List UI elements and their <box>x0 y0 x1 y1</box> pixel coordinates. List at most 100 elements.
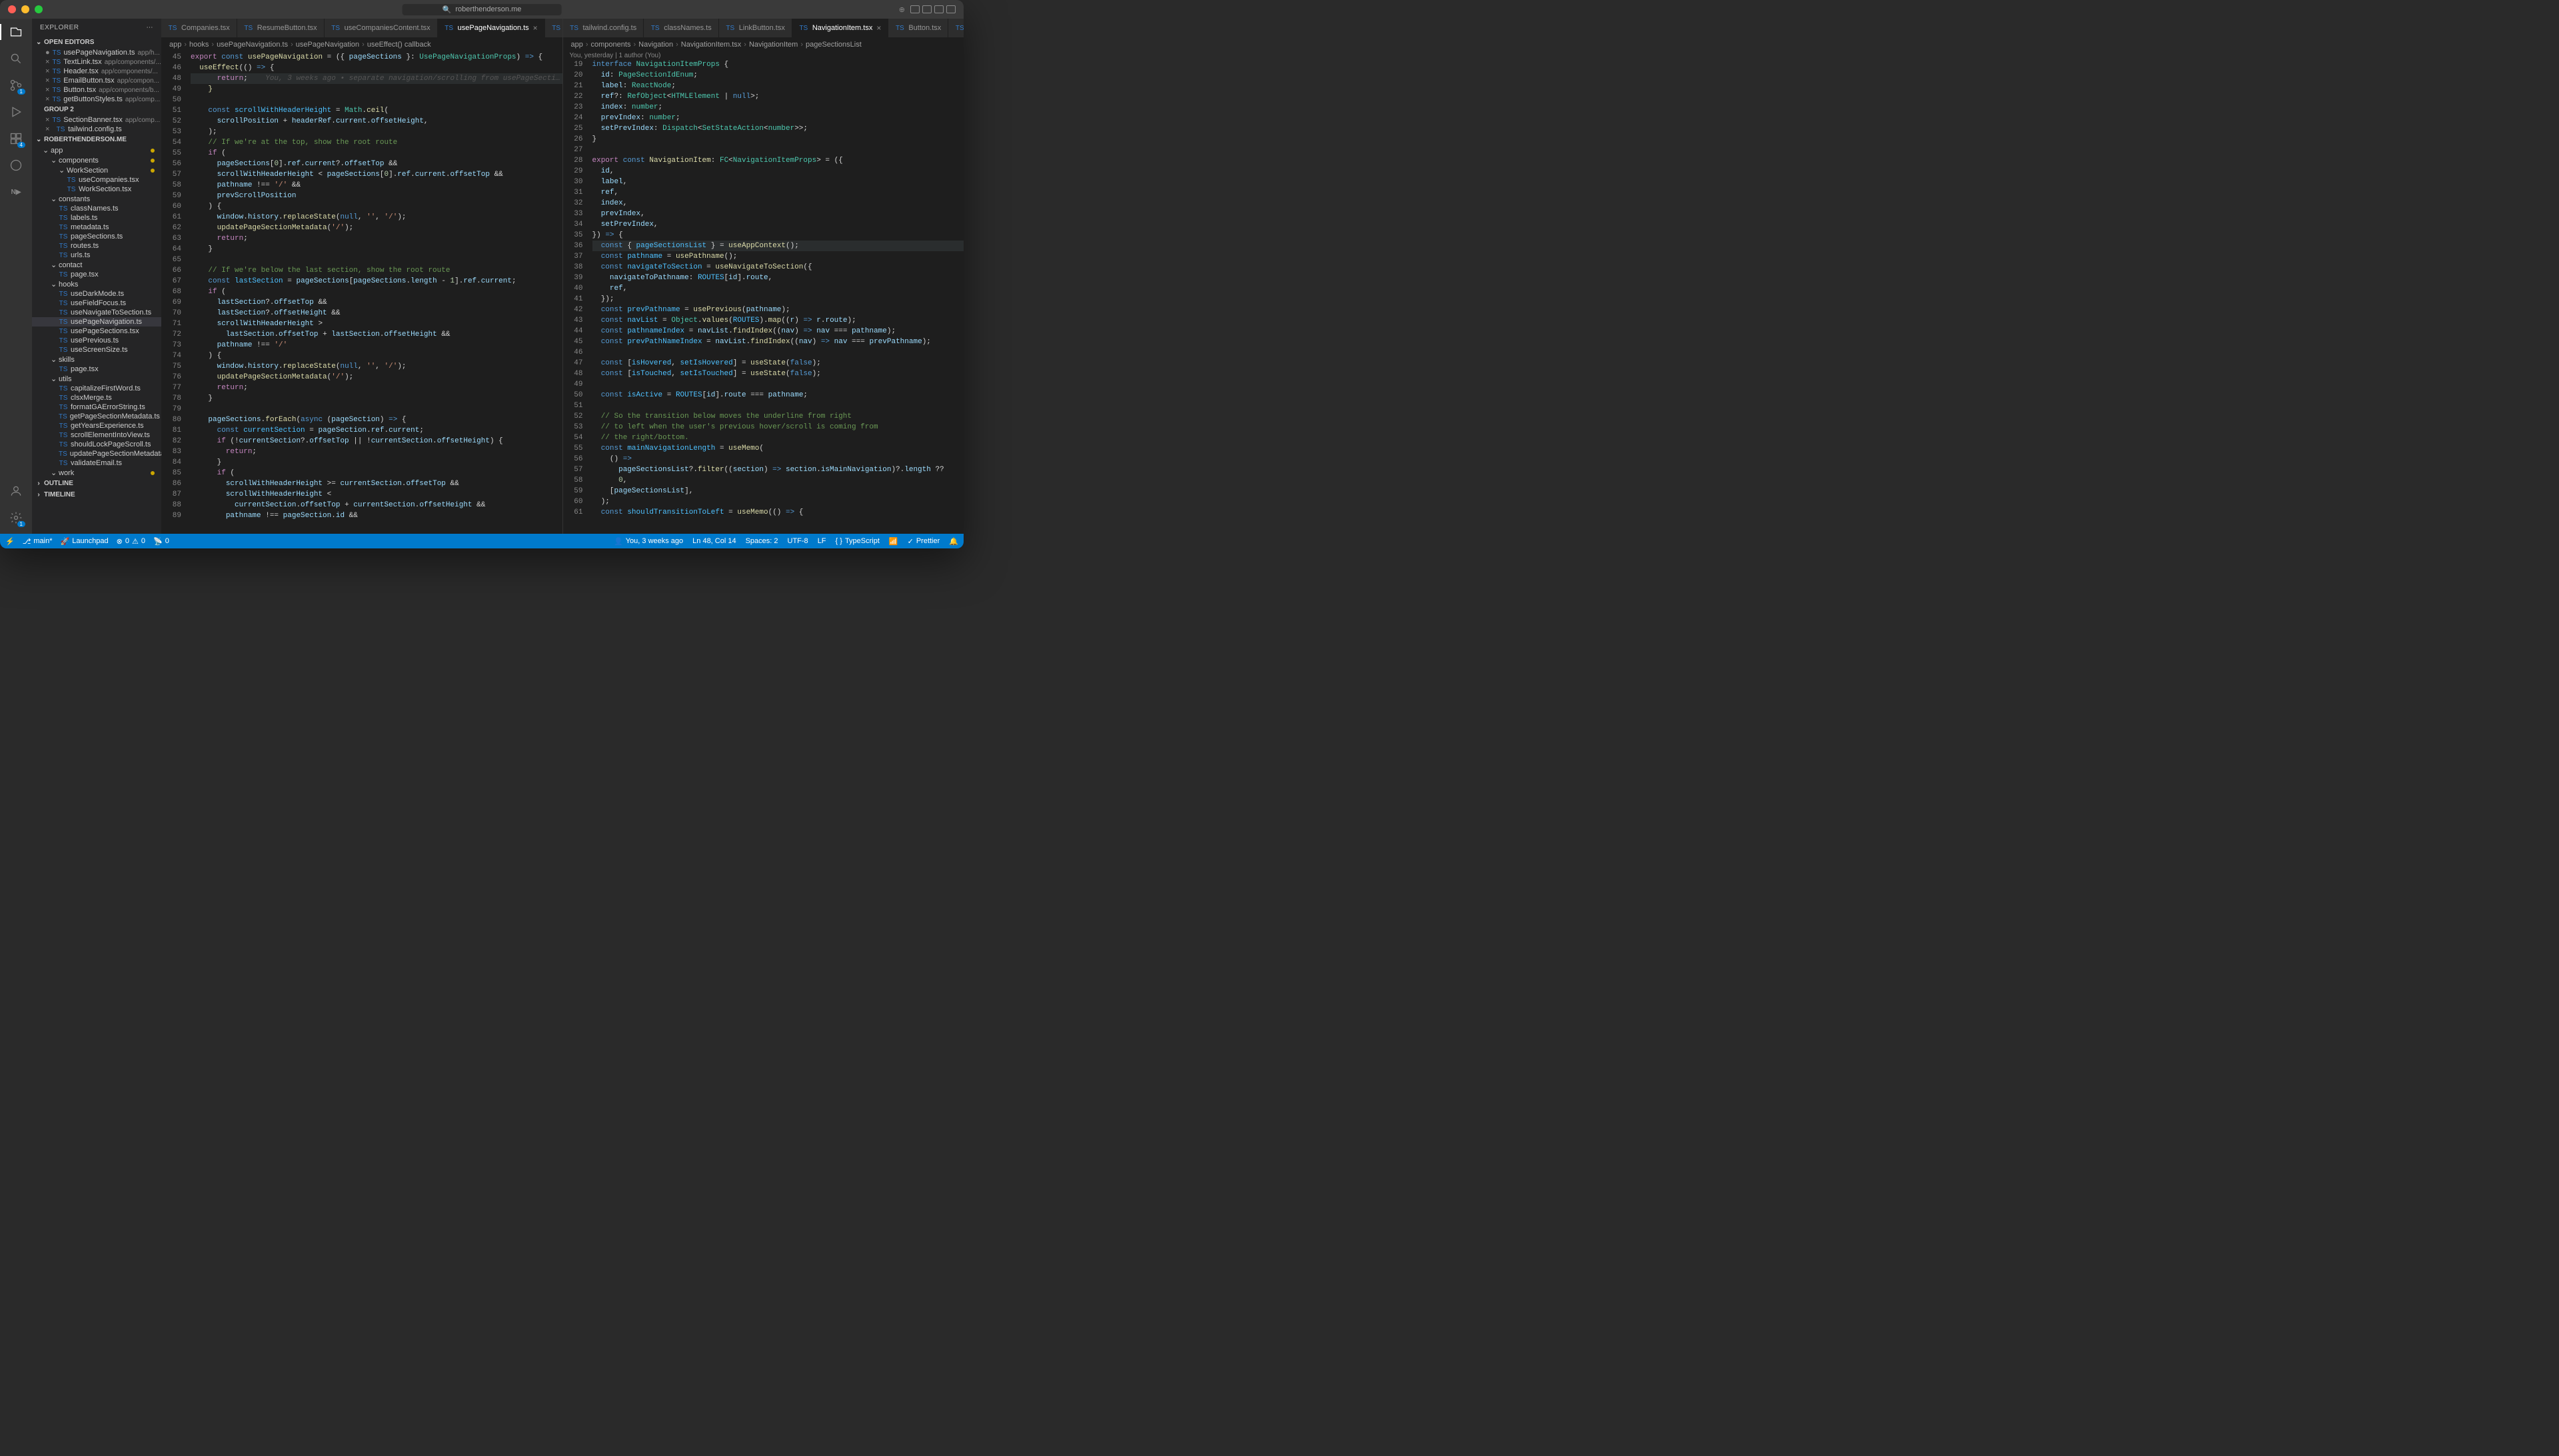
close-window-button[interactable] <box>8 5 16 13</box>
layout-customize[interactable] <box>946 5 956 13</box>
file-item[interactable]: TSclsxMerge.ts <box>32 393 161 402</box>
breadcrumb-segment[interactable]: hooks <box>189 41 209 49</box>
extensions-icon[interactable]: 4 <box>8 131 24 147</box>
file-item[interactable]: TSscrollElementIntoView.ts <box>32 430 161 440</box>
command-center[interactable]: 🔍 roberthenderson.me <box>403 4 562 15</box>
breadcrumb-segment[interactable]: Navigation <box>638 41 673 49</box>
file-item[interactable]: TSuseNavigateToSection.ts <box>32 308 161 317</box>
file-item[interactable]: TSvalidateEmail.ts <box>32 458 161 468</box>
launchpad-button[interactable]: 🚀 Launchpad <box>61 537 109 546</box>
copilot-icon[interactable]: ⊕ <box>899 5 905 14</box>
folder-item[interactable]: ⌄work <box>32 468 161 478</box>
editor-tab[interactable]: TSusePageNavigation.ts× <box>438 19 545 37</box>
open-editor-item[interactable]: ×TSHeader.tsx app/components/... <box>32 67 161 76</box>
eol-indicator[interactable]: LF <box>818 537 826 545</box>
file-item[interactable]: TSusePageNavigation.ts <box>32 317 161 327</box>
minimize-window-button[interactable] <box>21 5 29 13</box>
editor-tab[interactable]: TSLinkButton.tsx <box>719 19 792 37</box>
file-item[interactable]: TSuseScreenSize.ts <box>32 345 161 355</box>
file-item[interactable]: TScapitalizeFirstWord.ts <box>32 384 161 393</box>
encoding-indicator[interactable]: UTF-8 <box>788 537 808 545</box>
folder-item[interactable]: ⌄contact <box>32 260 161 270</box>
folder-item[interactable]: ⌄hooks <box>32 279 161 289</box>
file-item[interactable]: TSmetadata.ts <box>32 223 161 232</box>
editor-tab[interactable]: TSCompanies.tsx <box>161 19 237 37</box>
file-item[interactable]: TSgetYearsExperience.ts <box>32 421 161 430</box>
code-editor-right[interactable]: 1920212223242526272829303132333435363738… <box>563 59 964 534</box>
nx-icon[interactable]: N▶ <box>8 184 24 200</box>
open-editor-item[interactable]: ×TStailwind.config.ts <box>32 125 161 134</box>
settings-gear-icon[interactable]: 1 <box>8 510 24 526</box>
maximize-window-button[interactable] <box>35 5 43 13</box>
folder-item[interactable]: ⌄WorkSection <box>32 165 161 175</box>
folder-item[interactable]: ⌄constants <box>32 194 161 204</box>
editor-tab[interactable]: TSNavigationItem.tsx× <box>792 19 889 37</box>
folder-item[interactable]: ⌄skills <box>32 355 161 364</box>
file-item[interactable]: TSpage.tsx <box>32 364 161 374</box>
editor-tab[interactable]: TSuseCompaniesContent.tsx <box>325 19 438 37</box>
editor-tab[interactable]: TSButton.tsx <box>888 19 948 37</box>
feedback-icon[interactable]: 📶 <box>889 537 898 546</box>
explorer-icon[interactable] <box>8 24 24 40</box>
file-item[interactable]: TSusePrevious.ts <box>32 336 161 345</box>
breadcrumb-segment[interactable]: NavigationItem <box>749 41 798 49</box>
open-editor-item[interactable]: ×TSButton.tsx app/components/b... <box>32 85 161 95</box>
breadcrumb-segment[interactable]: usePageNavigation.ts <box>217 41 288 49</box>
file-item[interactable]: TSpage.tsx <box>32 270 161 279</box>
file-item[interactable]: TSclassNames.ts <box>32 204 161 213</box>
close-tab-icon[interactable]: × <box>533 23 538 33</box>
editor-tab[interactable]: TSclassNames.ts <box>644 19 719 37</box>
breadcrumb-left[interactable]: app › hooks › usePageNavigation.ts › use… <box>161 37 562 52</box>
open-editors-header[interactable]: ⌄OPEN EDITORS <box>32 37 161 48</box>
editor-tab[interactable]: TSResumeButton.tsx <box>237 19 325 37</box>
remote-icon[interactable] <box>8 157 24 173</box>
account-icon[interactable] <box>8 483 24 499</box>
problems-indicator[interactable]: ⊗ 0 ⚠ 0 <box>117 537 145 546</box>
folder-item[interactable]: ⌄app <box>32 145 161 155</box>
timeline-header[interactable]: ›TIMELINE <box>32 489 161 500</box>
breadcrumb-segment[interactable]: useEffect() callback <box>367 41 431 49</box>
file-item[interactable]: TSlabels.ts <box>32 213 161 223</box>
open-editor-item[interactable]: ●TSusePageNavigation.ts app/h... <box>32 48 161 57</box>
notifications-icon[interactable]: 🔔 <box>949 537 958 546</box>
outline-header[interactable]: ›OUTLINE <box>32 478 161 489</box>
open-editor-item[interactable]: ×TSEmailButton.tsx app/compon... <box>32 76 161 85</box>
indent-indicator[interactable]: Spaces: 2 <box>746 537 778 545</box>
breadcrumb-right[interactable]: app › components › Navigation › Navigati… <box>563 37 964 52</box>
search-activity-icon[interactable] <box>8 51 24 67</box>
file-item[interactable]: TSformatGAErrorString.ts <box>32 402 161 412</box>
open-editor-item[interactable]: ×TSSectionBanner.tsx app/comp... <box>32 115 161 125</box>
breadcrumb-segment[interactable]: components <box>591 41 631 49</box>
editor-tab[interactable]: TSTe <box>545 19 562 37</box>
remote-indicator[interactable]: ⚡ <box>5 537 15 546</box>
breadcrumb-segment[interactable]: usePageNavigation <box>296 41 359 49</box>
breadcrumb-segment[interactable]: pageSectionsList <box>806 41 862 49</box>
folder-item[interactable]: ⌄components <box>32 155 161 165</box>
code-editor-left[interactable]: 4546484950515253545556575859606162636465… <box>161 52 562 534</box>
file-item[interactable]: TSupdatePageSectionMetadata.ts <box>32 449 161 458</box>
folder-item[interactable]: ⌄utils <box>32 374 161 384</box>
file-item[interactable]: TSuseDarkMode.ts <box>32 289 161 299</box>
open-editor-item[interactable]: ×TSTextLink.tsx app/components/... <box>32 57 161 67</box>
group-2-header[interactable]: GROUP 2 <box>32 104 161 115</box>
file-item[interactable]: TSshouldLockPageScroll.ts <box>32 440 161 449</box>
layout-toggle-right[interactable] <box>934 5 944 13</box>
ports-indicator[interactable]: 📡 0 <box>153 537 169 546</box>
layout-toggle-bottom[interactable] <box>922 5 932 13</box>
editor-tab[interactable]: TSLinks.tsx <box>948 19 964 37</box>
breadcrumb-segment[interactable]: app <box>169 41 181 49</box>
branch-indicator[interactable]: ⎇ main* <box>23 537 53 546</box>
explorer-more-icon[interactable]: ⋯ <box>147 24 154 31</box>
debug-icon[interactable] <box>8 104 24 120</box>
editor-tab[interactable]: TStailwind.config.ts <box>563 19 644 37</box>
blame-status[interactable]: 👤 You, 3 weeks ago <box>614 537 683 546</box>
workspace-header[interactable]: ⌄ROBERTHENDERSON.ME <box>32 134 161 145</box>
file-item[interactable]: TSuseCompanies.tsx <box>32 175 161 185</box>
file-item[interactable]: TSgetPageSectionMetadata.ts <box>32 412 161 421</box>
cursor-position[interactable]: Ln 48, Col 14 <box>692 537 736 545</box>
open-editor-item[interactable]: ×TSgetButtonStyles.ts app/comp... <box>32 95 161 104</box>
file-item[interactable]: TSWorkSection.tsx <box>32 185 161 194</box>
authorship-lens[interactable]: You, yesterday | 1 author (You) <box>563 52 964 59</box>
prettier-indicator[interactable]: ✓ Prettier <box>908 537 940 546</box>
file-item[interactable]: TSusePageSections.tsx <box>32 327 161 336</box>
